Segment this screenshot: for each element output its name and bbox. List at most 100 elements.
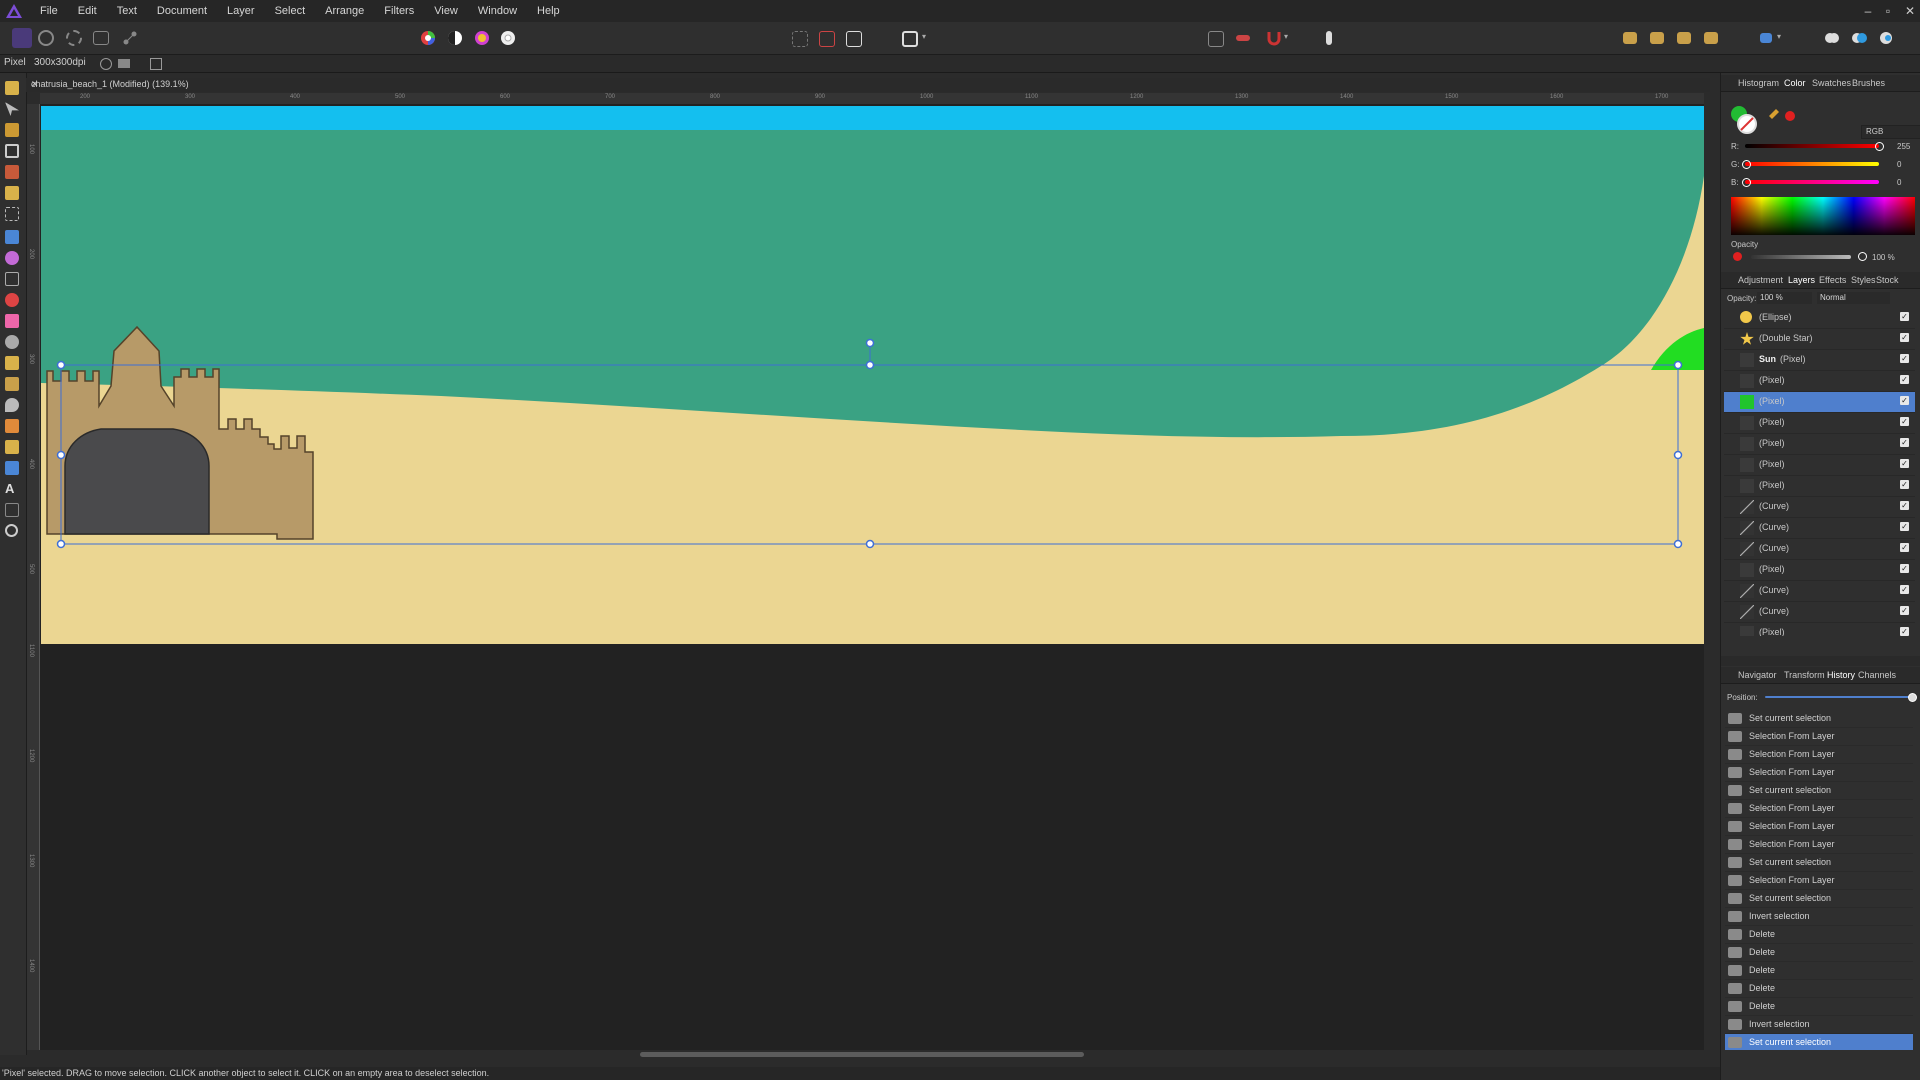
history-item[interactable]: Set current selection (1725, 710, 1913, 728)
document-tab[interactable]: chatrusia_beach_1 (Modified) (139.1%) ✕ (26, 78, 1710, 92)
stroke-color-swatch[interactable] (1737, 114, 1757, 134)
layer-visibility-checkbox[interactable]: ✓ (1900, 606, 1909, 615)
r-slider-knob[interactable] (1875, 142, 1884, 151)
layer-visibility-checkbox[interactable]: ✓ (1900, 459, 1909, 468)
flood-fill-tool-icon[interactable] (5, 230, 19, 244)
grid-tool-icon[interactable] (5, 272, 19, 286)
color-mode-select[interactable]: RGB (1861, 125, 1920, 139)
tone-mapping-persona-icon[interactable] (93, 31, 109, 45)
export-persona-icon[interactable] (120, 28, 140, 48)
arrange-forward-icon[interactable] (1677, 32, 1691, 44)
boolean-add-icon[interactable] (1822, 28, 1842, 48)
beach-illustration[interactable] (41, 106, 1704, 644)
hsl-icon[interactable] (472, 28, 492, 48)
rectangular-marquee-tool-icon[interactable] (5, 207, 19, 221)
quick-mask-icon[interactable] (902, 31, 918, 47)
chevron-down-icon[interactable]: ▾ (1777, 32, 1785, 52)
layer-visibility-checkbox[interactable]: ✓ (1900, 522, 1909, 531)
gradient-tool-icon[interactable] (5, 251, 19, 265)
layer-visibility-checkbox[interactable]: ✓ (1900, 333, 1909, 342)
tab-history[interactable]: History (1827, 670, 1855, 680)
layer-visibility-checkbox[interactable]: ✓ (1900, 354, 1909, 363)
selection-handle-right[interactable] (1673, 450, 1683, 460)
layer-visibility-checkbox[interactable]: ✓ (1900, 417, 1909, 426)
history-position-slider[interactable] (1765, 696, 1911, 698)
g-value[interactable]: 0 (1897, 160, 1901, 169)
zoom-tool-icon[interactable] (5, 524, 18, 537)
healing-tool-icon[interactable] (5, 377, 19, 391)
history-item[interactable]: Selection From Layer (1725, 800, 1913, 818)
hand-tool-icon[interactable] (5, 81, 19, 95)
selection-handle-bottom-right[interactable] (1673, 539, 1683, 549)
chevron-down-icon[interactable]: ▾ (1284, 32, 1292, 52)
layer-row[interactable]: (Pixel) ✓ (1724, 371, 1915, 392)
chevron-down-icon[interactable]: ▾ (922, 32, 930, 52)
mesh-tool-icon[interactable] (5, 503, 19, 517)
g-slider-knob[interactable] (1742, 160, 1751, 169)
arrange-front-icon[interactable] (1704, 32, 1718, 44)
layer-visibility-checkbox[interactable]: ✓ (1900, 585, 1909, 594)
history-item[interactable]: Invert selection (1725, 1016, 1913, 1034)
b-slider[interactable] (1745, 180, 1879, 184)
close-document-icon[interactable]: ✕ (31, 79, 1704, 90)
history-item[interactable]: Selection From Layer (1725, 818, 1913, 836)
tab-adjustment[interactable]: Adjustment (1738, 275, 1783, 285)
grid-icon[interactable] (1208, 31, 1224, 47)
levels-icon[interactable] (445, 28, 465, 48)
history-item[interactable]: Set current selection (1725, 890, 1913, 908)
layer-visibility-checkbox[interactable]: ✓ (1900, 501, 1909, 510)
menu-layer[interactable]: Layer (217, 0, 265, 22)
layer-row[interactable]: (Pixel) ✓ (1724, 455, 1915, 476)
info-icon[interactable] (1326, 31, 1332, 45)
history-item[interactable]: Selection From Layer (1725, 836, 1913, 854)
layer-visibility-checkbox[interactable]: ✓ (1900, 438, 1909, 447)
tab-histogram[interactable]: Histogram (1738, 78, 1779, 88)
b-slider-knob[interactable] (1742, 178, 1751, 187)
rotation-handle[interactable] (865, 338, 875, 348)
tab-styles[interactable]: Styles (1851, 275, 1876, 285)
crop-tool-icon[interactable] (5, 144, 19, 158)
history-item[interactable]: Delete (1725, 962, 1913, 980)
history-item[interactable]: Selection From Layer (1725, 872, 1913, 890)
selection-brush-tool-icon[interactable] (5, 186, 19, 200)
layer-visibility-checkbox[interactable]: ✓ (1900, 375, 1909, 384)
tab-channels[interactable]: Channels (1858, 670, 1896, 680)
blend-mode-select[interactable]: Normal (1817, 292, 1890, 304)
erase-tool-icon[interactable] (5, 314, 19, 328)
close-window-icon[interactable]: ✕ (1898, 0, 1920, 22)
blur-tool-icon[interactable] (5, 398, 19, 412)
white-balance-icon[interactable] (498, 28, 518, 48)
move-tool-icon[interactable] (5, 102, 19, 116)
selection-handle-top-left[interactable] (56, 360, 66, 370)
invert-selection-icon[interactable] (846, 31, 862, 47)
horizontal-scrollbar[interactable] (640, 1052, 1084, 1057)
dpi-label[interactable]: 300x300dpi (34, 57, 86, 68)
tab-color[interactable]: Color (1784, 78, 1806, 88)
layer-row[interactable]: (Pixel) ✓ (1724, 413, 1915, 434)
layer-row[interactable]: (Curve) ✓ (1724, 518, 1915, 539)
boolean-intersect-icon[interactable] (1876, 28, 1896, 48)
color-spectrum[interactable] (1731, 197, 1915, 235)
layer-row[interactable]: (Curve) ✓ (1724, 581, 1915, 602)
deselect-icon[interactable] (819, 31, 835, 47)
history-item[interactable]: Selection From Layer (1725, 728, 1913, 746)
menu-help[interactable]: Help (527, 0, 570, 22)
history-position-knob[interactable] (1908, 693, 1917, 702)
magnet-icon[interactable] (1264, 28, 1284, 48)
paint-brush-tool-icon[interactable] (5, 165, 19, 179)
history-item[interactable]: Delete (1725, 944, 1913, 962)
tab-effects[interactable]: Effects (1819, 275, 1846, 285)
menu-document[interactable]: Document (147, 0, 217, 22)
history-item[interactable]: Selection From Layer (1725, 746, 1913, 764)
layer-visibility-checkbox[interactable]: ✓ (1900, 564, 1909, 573)
history-item[interactable]: Delete (1725, 926, 1913, 944)
layer-row[interactable]: (Pixel) ✓ (1724, 476, 1915, 497)
tab-swatches[interactable]: Swatches (1812, 78, 1851, 88)
snap-icon[interactable] (150, 58, 162, 70)
layer-row[interactable]: (Pixel) ✓ (1724, 434, 1915, 455)
menu-edit[interactable]: Edit (68, 0, 107, 22)
tab-brushes[interactable]: Brushes (1852, 78, 1885, 88)
selection-handle-bottom[interactable] (865, 539, 875, 549)
pixel-persona-icon[interactable] (38, 30, 54, 46)
r-slider[interactable] (1745, 144, 1879, 148)
